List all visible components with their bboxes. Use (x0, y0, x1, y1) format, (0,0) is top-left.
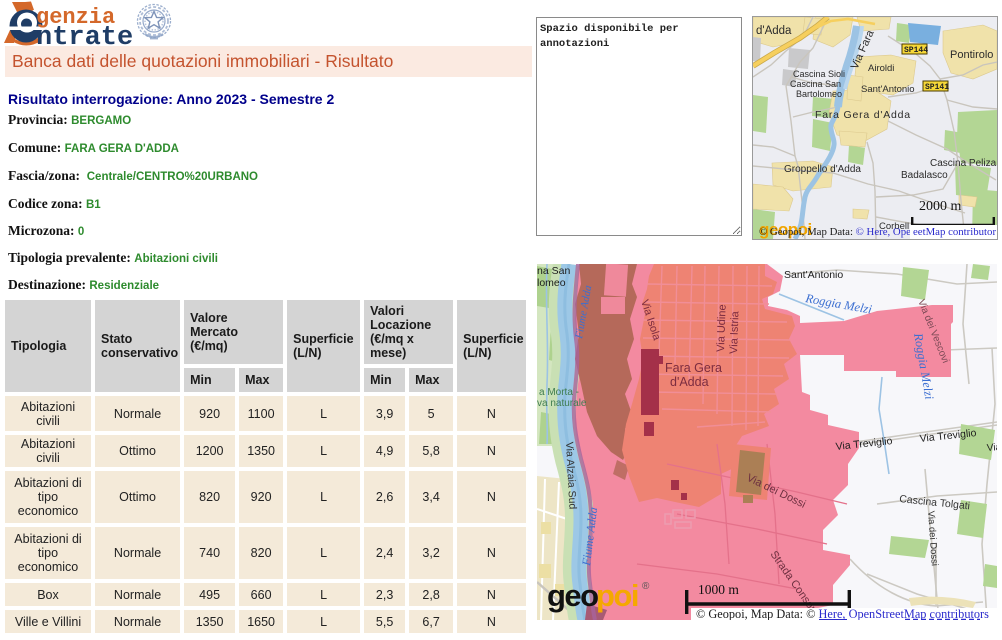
svg-text:1000 m: 1000 m (698, 582, 739, 597)
svg-text:Bartolomeo: Bartolomeo (796, 89, 842, 99)
svg-text:d'Adda: d'Adda (756, 25, 792, 37)
svg-text:lomeo: lomeo (537, 277, 566, 289)
svg-text:d'Adda: d'Adda (670, 375, 709, 389)
svg-text:Via Istria: Via Istria (728, 310, 742, 354)
svg-text:poi: poi (596, 578, 638, 613)
svg-text:Cascina Sioli: Cascina Sioli (793, 69, 845, 79)
svg-text:SP144: SP144 (904, 46, 928, 55)
svg-text:Sant'Antonio: Sant'Antonio (784, 269, 843, 281)
svg-text:geo: geo (547, 578, 598, 613)
svg-text:Via Udine: Via Udine (715, 304, 729, 352)
svg-text:Airoldi: Airoldi (868, 63, 894, 74)
svg-text:Groppello d'Adda: Groppello d'Adda (784, 164, 861, 175)
svg-text:na San: na San (537, 265, 570, 277)
svg-text:© Geopoi, Map Data: © Here, Op: © Geopoi, Map Data: © Here, OpenS (759, 226, 922, 238)
svg-text:Via: Via (986, 442, 997, 454)
svg-text:© Geopoi, Map Data: © Here, Op: © Geopoi, Map Data: © Here, OpenStreetMa… (696, 607, 989, 620)
svg-text:Cascina Peliza: Cascina Peliza (930, 158, 997, 169)
svg-text:Fara Gera d'Adda: Fara Gera d'Adda (815, 109, 911, 121)
svg-text:Badalasco: Badalasco (901, 170, 948, 181)
svg-text:Pontirolo: Pontirolo (950, 49, 993, 61)
svg-text:Sant'Antonio: Sant'Antonio (861, 84, 915, 95)
svg-text:2000 m: 2000 m (919, 199, 962, 214)
svg-text:Cascina San: Cascina San (790, 79, 841, 89)
svg-text:Fara Gera: Fara Gera (665, 361, 722, 375)
svg-text:eetMap contributor: eetMap contributor (913, 226, 996, 238)
svg-text:SP141: SP141 (925, 83, 949, 92)
svg-text:a Morta -: a Morta - (539, 387, 579, 398)
svg-text:ntrate: ntrate (36, 23, 133, 46)
svg-text:va naturale: va naturale (537, 398, 587, 409)
